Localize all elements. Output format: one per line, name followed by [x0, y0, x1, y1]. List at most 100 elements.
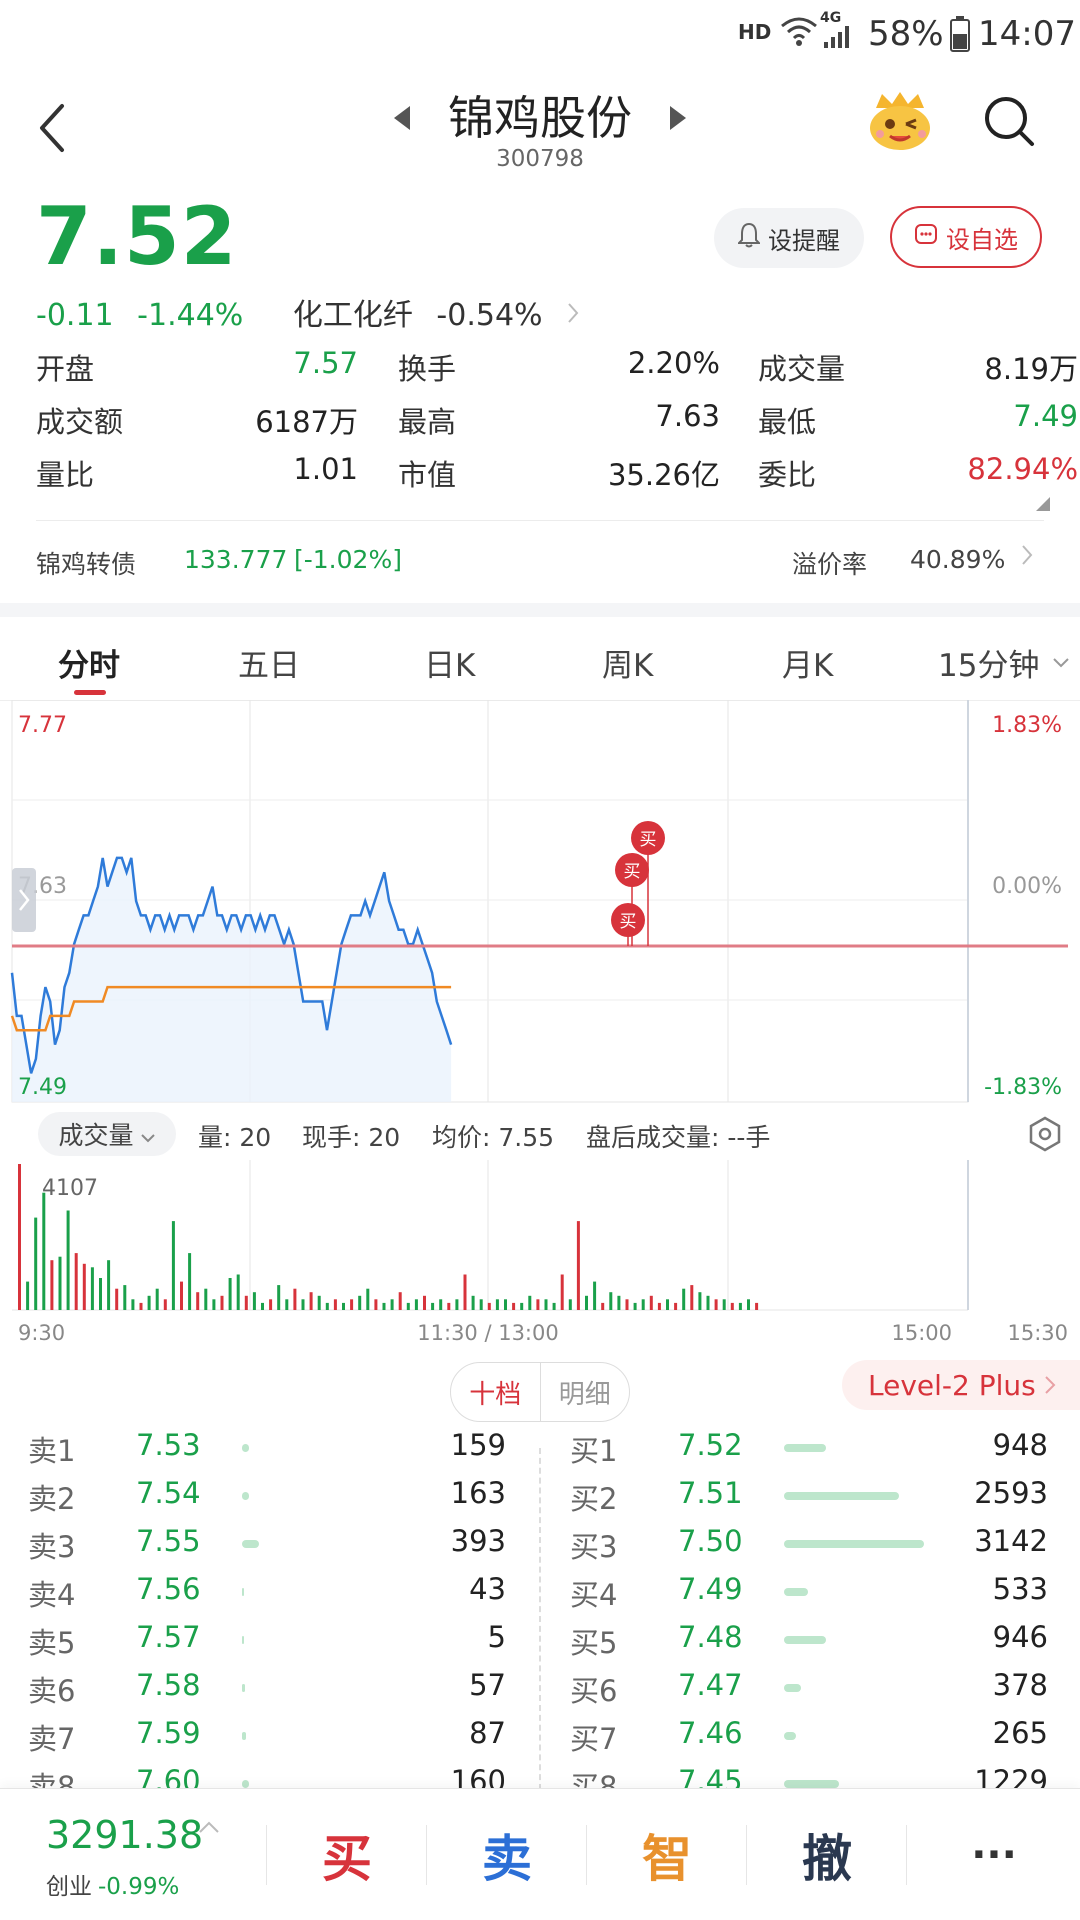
sell-button[interactable]: 卖: [428, 1789, 586, 1920]
order-volume: 57: [469, 1668, 506, 1702]
order-price: 7.47: [678, 1668, 743, 1702]
expand-corner-icon[interactable]: [1036, 496, 1050, 515]
bid-row[interactable]: 买2 7.51 2593: [570, 1476, 1060, 1516]
order-volume-bar: [784, 1780, 839, 1788]
volume-bar: [115, 1288, 119, 1310]
volume-bar: [560, 1274, 564, 1310]
volume-bar: [512, 1302, 516, 1310]
volume-bar: [674, 1302, 678, 1310]
volume-bar: [50, 1260, 54, 1310]
ask-row[interactable]: 卖5 7.57 5: [28, 1620, 518, 1660]
order-volume: 159: [450, 1428, 506, 1462]
volume-bar: [220, 1295, 224, 1310]
volume-bar: [698, 1292, 702, 1310]
search-icon[interactable]: [982, 94, 1036, 150]
order-level-label: 卖1: [28, 1434, 76, 1468]
chevron-down-icon[interactable]: [1052, 654, 1070, 673]
level2-plus-button[interactable]: Level-2 Plus: [842, 1360, 1080, 1410]
bid-row[interactable]: 买4 7.49 533: [570, 1572, 1060, 1612]
tab-2[interactable]: 日K: [424, 640, 475, 685]
divider: [426, 1825, 427, 1885]
index-name: 创业: [46, 1874, 92, 1900]
set-alert-button[interactable]: 设提醒: [714, 208, 864, 268]
stat-label: 最低: [758, 405, 817, 439]
volume-bar: [423, 1295, 426, 1310]
volume-indicator-select[interactable]: 成交量: [38, 1112, 176, 1156]
mascot-icon[interactable]: [866, 90, 934, 152]
add-watchlist-button[interactable]: 设自选: [890, 206, 1042, 268]
volume-bar: [301, 1299, 305, 1310]
stat-value: 82.94%: [967, 452, 1078, 486]
volume-bar: [42, 1192, 46, 1310]
volume-bar: [74, 1253, 78, 1310]
buy-marker-label: 买: [624, 862, 641, 882]
chevron-down-icon: [140, 1120, 156, 1149]
volume-bar: [536, 1299, 540, 1310]
volume-bar: [755, 1302, 759, 1310]
order-volume: 265: [992, 1716, 1048, 1750]
bid-row[interactable]: 买1 7.52 948: [570, 1428, 1060, 1468]
order-volume-bar: [242, 1540, 259, 1548]
order-volume-bar: [242, 1636, 244, 1644]
battery-percent: 58%: [868, 14, 944, 54]
order-price: 7.52: [678, 1428, 743, 1462]
ask-row[interactable]: 卖2 7.54 163: [28, 1476, 518, 1516]
chevron-right-icon[interactable]: [566, 298, 580, 333]
volume-bar: [366, 1288, 370, 1310]
volume-bar: [487, 1302, 491, 1310]
ask-row[interactable]: 卖1 7.53 159: [28, 1428, 518, 1468]
volume-bar: [398, 1292, 402, 1310]
tab-0[interactable]: 分时: [58, 640, 120, 685]
price-axis-bottom: 7.49: [18, 1075, 67, 1100]
volume-bar: [139, 1302, 143, 1310]
time-axis-tick: 15:00: [891, 1321, 952, 1345]
premium-value: 40.89%: [910, 545, 1006, 574]
volume-bar: [528, 1295, 532, 1310]
settings-hexagon-icon[interactable]: [1028, 1116, 1062, 1158]
order-price: 7.57: [136, 1620, 201, 1654]
divider: [906, 1825, 907, 1885]
volume-bar: [747, 1299, 750, 1310]
ask-row[interactable]: 卖6 7.58 57: [28, 1668, 518, 1708]
volume-bar: [333, 1299, 337, 1310]
intraday-chart[interactable]: 买买买7.777.637.491.83%0.00%-1.83%41079:30 1…: [0, 700, 1080, 1350]
more-button[interactable]: ···: [908, 1789, 1080, 1920]
sector-name[interactable]: 化工化纤: [293, 298, 413, 333]
bid-row[interactable]: 买3 7.50 3142: [570, 1524, 1060, 1564]
bid-row[interactable]: 买6 7.47 378: [570, 1668, 1060, 1708]
bond-name: 锦鸡转债: [36, 550, 137, 579]
next-stock-icon[interactable]: [668, 104, 688, 136]
watchlist-icon: [914, 223, 938, 251]
order-book-divider: [539, 1448, 541, 1790]
ask-row[interactable]: 卖7 7.59 87: [28, 1716, 518, 1756]
volume-qty: 量: 20: [198, 1123, 272, 1152]
volume-bar: [666, 1299, 669, 1310]
buy-button[interactable]: 买: [268, 1789, 426, 1920]
volume-bar: [66, 1210, 70, 1310]
tab-detail[interactable]: 明细: [541, 1363, 630, 1421]
index-value[interactable]: 3291.38: [46, 1813, 203, 1857]
tab-3[interactable]: 周K: [602, 640, 653, 685]
set-alert-label: 设提醒: [768, 226, 840, 255]
tab-ten-levels[interactable]: 十档: [451, 1363, 541, 1421]
volume-bar: [463, 1274, 467, 1310]
tab-5[interactable]: 15分钟: [938, 640, 1039, 685]
tab-1[interactable]: 五日: [238, 640, 300, 685]
volume-bar: [738, 1302, 742, 1310]
ask-row[interactable]: 卖4 7.56 43: [28, 1572, 518, 1612]
volume-bar: [568, 1299, 572, 1310]
ask-row[interactable]: 卖3 7.55 393: [28, 1524, 518, 1564]
bid-row[interactable]: 买5 7.48 946: [570, 1620, 1060, 1660]
chevron-up-icon[interactable]: [198, 1819, 220, 1838]
smart-button[interactable]: 智: [588, 1789, 746, 1920]
order-volume-bar: [784, 1588, 808, 1596]
order-price: 7.55: [136, 1524, 201, 1558]
bid-row[interactable]: 买7 7.46 265: [570, 1716, 1060, 1756]
prev-stock-icon[interactable]: [392, 104, 412, 136]
volume-bar: [358, 1295, 362, 1310]
sector-change[interactable]: -0.54%: [436, 298, 542, 333]
tab-4[interactable]: 月K: [782, 640, 833, 685]
cancel-order-button[interactable]: 撤: [748, 1789, 906, 1920]
time-axis-tick: 15:30: [1007, 1321, 1068, 1345]
order-price: 7.58: [136, 1668, 201, 1702]
